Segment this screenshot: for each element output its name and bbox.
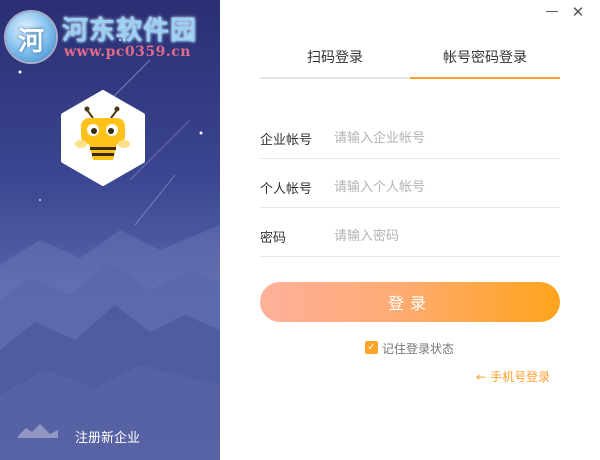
mountain-corner-icon bbox=[18, 424, 58, 438]
phone-login-label: 手机号登录 bbox=[490, 370, 551, 384]
watermark-logo-text: 河 bbox=[17, 27, 44, 57]
login-mode-tabs: 扫码登录 帐号密码登录 bbox=[260, 42, 560, 79]
tab-qr-login[interactable]: 扫码登录 bbox=[260, 42, 410, 79]
register-company-link[interactable]: 注册新企业 bbox=[75, 427, 140, 446]
watermark-url: www.pc0359.cn bbox=[64, 44, 191, 60]
watermark-logo-icon: 河 bbox=[6, 12, 56, 62]
personal-account-label: 个人帐号 bbox=[260, 182, 313, 197]
left-banner-panel: 河 河东软件园 www.pc0359.cn 注册新企业 bbox=[0, 0, 220, 460]
company-account-input[interactable] bbox=[334, 125, 558, 151]
login-form-panel: — ✕ 扫码登录 帐号密码登录 企业帐号 个人帐号 密码 登录 ✓ 记住登录状态… bbox=[220, 0, 600, 460]
personal-account-input[interactable] bbox=[334, 174, 558, 200]
watermark: 河 河东软件园 www.pc0359.cn bbox=[6, 10, 220, 66]
password-field: 密码 bbox=[260, 217, 560, 257]
company-account-field: 企业帐号 bbox=[260, 119, 560, 159]
company-account-label: 企业帐号 bbox=[260, 133, 313, 148]
bee-mascot-icon bbox=[61, 90, 145, 186]
arrow-left-icon: ← bbox=[476, 370, 487, 384]
remember-checkbox[interactable]: ✓ bbox=[365, 341, 378, 354]
close-icon[interactable]: ✕ bbox=[567, 2, 589, 22]
password-label: 密码 bbox=[260, 231, 287, 246]
mountain-background bbox=[0, 39, 220, 460]
minimize-icon[interactable]: — bbox=[541, 2, 563, 22]
login-button[interactable]: 登录 bbox=[260, 282, 560, 322]
password-input[interactable] bbox=[334, 223, 558, 249]
tab-password-login[interactable]: 帐号密码登录 bbox=[410, 42, 560, 79]
watermark-title: 河东软件园 bbox=[62, 16, 198, 46]
remember-label: 记住登录状态 bbox=[382, 342, 455, 356]
personal-account-field: 个人帐号 bbox=[260, 168, 560, 208]
phone-login-link[interactable]: ← 手机号登录 bbox=[476, 368, 550, 385]
